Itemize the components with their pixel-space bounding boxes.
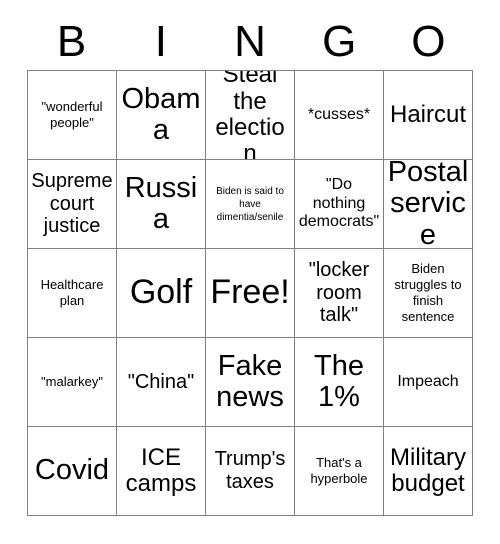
bingo-cell[interactable]: "malarkey" <box>28 338 117 427</box>
bingo-cell[interactable]: Covid <box>28 427 117 516</box>
bingo-cell-label: Fake news <box>216 349 284 413</box>
bingo-cell[interactable]: *cusses* <box>295 71 384 160</box>
bingo-cell-label: "China" <box>127 370 195 393</box>
bingo-cell-label: Postal service <box>387 160 469 249</box>
bingo-cell[interactable]: The 1% <box>295 338 384 427</box>
bingo-cell-label: Impeach <box>397 372 459 390</box>
bingo-cell[interactable]: Biden is said to have dimentia/senile <box>206 160 295 249</box>
bingo-grid: "wonderful people" Obama Steal the electio… <box>27 70 473 516</box>
bingo-cell[interactable]: "China" <box>117 338 206 427</box>
bingo-cell-label: Healthcare plan <box>40 277 104 308</box>
bingo-cell-label: "malarkey" <box>41 374 103 390</box>
bingo-cell-label: That's a hyperbole <box>310 455 368 486</box>
bingo-cell-label: Steal the election <box>215 71 285 160</box>
bingo-cell-label: ICE camps <box>125 443 197 497</box>
bingo-header-letter-n: N <box>234 17 266 66</box>
bingo-card: B I N G O "wonderful people" Obama Steal the e… <box>0 0 500 544</box>
bingo-cell-label: "wonderful people" <box>41 99 103 130</box>
bingo-cell-label: "Do nothing democrats" <box>298 175 380 231</box>
bingo-header-row: BINGO <box>27 14 473 70</box>
bingo-header-letter-b: B <box>56 17 87 66</box>
bingo-cell[interactable]: Impeach <box>384 338 473 427</box>
bingo-cell-label: Biden struggles to finish sentence <box>394 261 462 324</box>
bingo-cell[interactable]: ICE camps <box>117 427 206 516</box>
bingo-cell[interactable]: "locker room talk" <box>295 249 384 338</box>
bingo-cell[interactable]: Postal service <box>384 160 473 249</box>
bingo-cell[interactable]: Steal the election <box>206 71 295 160</box>
bingo-cell-label: Military budget <box>390 443 466 497</box>
bingo-cell[interactable]: Haircut <box>384 71 473 160</box>
bingo-cell[interactable]: Supreme court justice <box>28 160 117 249</box>
bingo-cell-label: Trump's taxes <box>214 448 286 493</box>
bingo-cell[interactable]: Russia <box>117 160 206 249</box>
bingo-cell-label: Golf <box>129 273 193 312</box>
bingo-header-letter-o: O <box>411 17 446 66</box>
bingo-cell-label: "locker room talk" <box>308 258 370 327</box>
bingo-cell[interactable]: Obama <box>117 71 206 160</box>
bingo-cell-label: Haircut <box>389 100 467 128</box>
bingo-cell-free-space[interactable]: Free! <box>206 249 295 338</box>
bingo-cell[interactable]: "wonderful people" <box>28 71 117 160</box>
bingo-cell-label: The 1% <box>314 349 364 413</box>
bingo-cell-label: Russia <box>124 171 198 235</box>
bingo-cell-label: Biden is said to have dimentia/senile <box>216 185 284 223</box>
bingo-cell[interactable]: Military budget <box>384 427 473 516</box>
bingo-cell-label: Free! <box>210 273 290 312</box>
bingo-cell-label: Covid <box>34 454 110 487</box>
bingo-cell[interactable]: Healthcare plan <box>28 249 117 338</box>
bingo-cell[interactable]: Fake news <box>206 338 295 427</box>
bingo-cell[interactable]: Trump's taxes <box>206 427 295 516</box>
bingo-header-letter-g: G <box>322 17 357 66</box>
bingo-cell[interactable]: That's a hyperbole <box>295 427 384 516</box>
bingo-cell[interactable]: Golf <box>117 249 206 338</box>
bingo-cell-label: Obama <box>121 82 201 146</box>
bingo-header-letter-i: I <box>154 17 167 66</box>
bingo-cell[interactable]: "Do nothing democrats" <box>295 160 384 249</box>
bingo-cell-label: Supreme court justice <box>31 169 113 238</box>
bingo-cell-label: *cusses* <box>307 105 371 123</box>
bingo-cell[interactable]: Biden struggles to finish sentence <box>384 249 473 338</box>
